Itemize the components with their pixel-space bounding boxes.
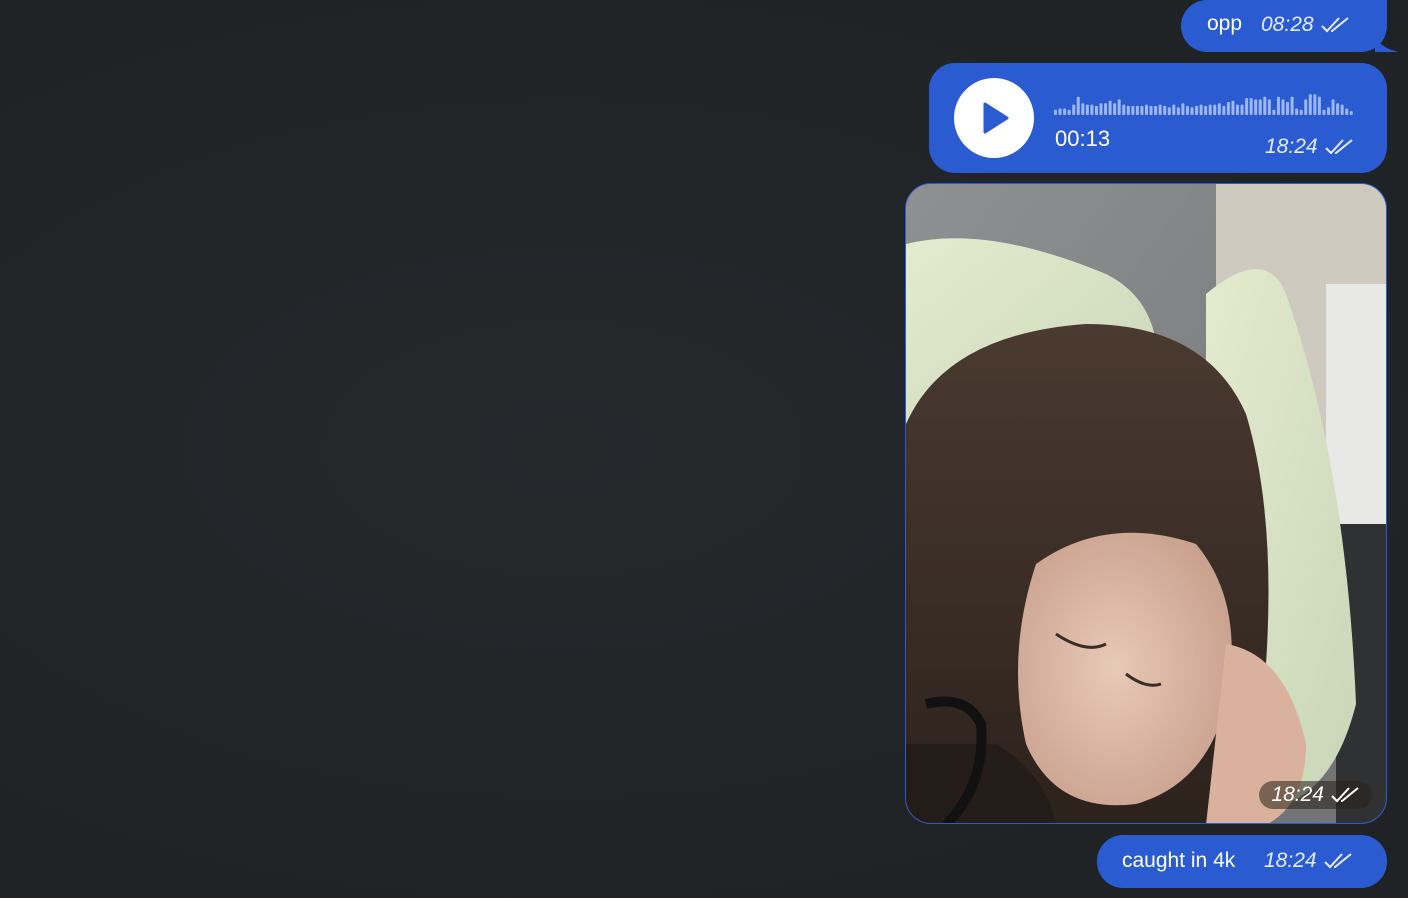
waveform-bar (1204, 105, 1208, 115)
play-button[interactable] (954, 78, 1034, 158)
outgoing-photo-message[interactable]: 18:24 (905, 183, 1387, 824)
waveform-bar (1085, 104, 1089, 115)
waveform-bar (1099, 103, 1103, 115)
waveform-bar (1135, 105, 1139, 115)
waveform-bar (1308, 94, 1312, 115)
waveform-bar (1176, 107, 1180, 115)
waveform-bar (1245, 98, 1249, 115)
waveform-bar (1113, 103, 1117, 115)
voice-duration: 00:13 (1055, 126, 1111, 151)
waveform-bar (1181, 103, 1185, 115)
waveform-bar (1263, 96, 1267, 115)
message-meta: 18:24 (1264, 849, 1355, 873)
waveform-bar (1340, 104, 1344, 115)
message-time: 08:28 (1261, 13, 1314, 36)
waveform-bar (1222, 105, 1226, 115)
waveform-bar (1172, 104, 1176, 115)
waveform-bar (1349, 111, 1353, 115)
message-meta: 08:28 (1261, 13, 1352, 37)
waveform-bar (1322, 109, 1326, 115)
outgoing-text-message[interactable]: caught in 4k 18:24 (1097, 835, 1387, 888)
waveform-bar (1094, 105, 1098, 115)
waveform-bar (1185, 105, 1189, 115)
waveform-bar (1158, 104, 1162, 115)
waveform-bar (1345, 108, 1349, 115)
double-check-icon (1324, 138, 1356, 156)
waveform-bar (1258, 99, 1262, 115)
waveform-bar (1276, 96, 1280, 115)
message-time: 18:24 (1271, 783, 1324, 806)
bubble-tail (1375, 34, 1399, 52)
waveform-bar (1163, 105, 1167, 115)
waveform-bar (1108, 100, 1112, 115)
waveform-bar (1213, 104, 1217, 115)
waveform-bar (1058, 108, 1062, 115)
chat-view: opp 08:28 00:13 18:24 18:24 caught in 4k… (0, 0, 1408, 898)
double-check-icon (1323, 852, 1355, 870)
waveform-bar (1267, 99, 1271, 115)
waveform-bar (1313, 94, 1317, 115)
waveform-bar (1154, 105, 1158, 115)
waveform-bar (1290, 96, 1294, 115)
waveform-bar (1240, 104, 1244, 115)
waveform-bar (1226, 102, 1230, 115)
waveform-bar (1236, 104, 1239, 115)
waveform-bar (1145, 104, 1148, 115)
waveform-bar (1254, 99, 1258, 115)
waveform-bar (1286, 102, 1290, 115)
waveform-bar (1054, 109, 1057, 115)
waveform-bar (1208, 104, 1212, 115)
waveform-bar (1199, 104, 1203, 115)
waveform-bar (1072, 104, 1076, 115)
waveform-bar (1126, 105, 1130, 115)
double-check-icon (1330, 786, 1362, 804)
message-meta: 18:24 (1265, 135, 1356, 159)
waveform-bar (1272, 109, 1276, 115)
waveform-bar (1281, 99, 1285, 115)
waveform-bar (1217, 103, 1221, 115)
waveform-bar (1076, 96, 1080, 115)
waveform-bar (1299, 109, 1303, 115)
waveform-bar (1249, 98, 1253, 115)
waveform-bar (1140, 105, 1144, 115)
outgoing-text-message[interactable]: opp 08:28 (1181, 0, 1399, 52)
waveform-bar (1167, 107, 1171, 115)
waveform-bar (1067, 109, 1071, 115)
waveform-bar (1122, 104, 1126, 115)
message-text: opp (1207, 12, 1243, 35)
waveform-bar (1081, 103, 1085, 115)
waveform-bar (1090, 104, 1094, 115)
waveform-bar (1304, 99, 1308, 115)
outgoing-voice-message[interactable]: 00:13 18:24 (929, 63, 1387, 173)
waveform-bar (1295, 108, 1299, 115)
waveform-bar (1336, 103, 1340, 115)
message-time: 18:24 (1264, 849, 1317, 872)
message-time: 18:24 (1265, 135, 1318, 158)
play-icon (983, 102, 1009, 134)
waveform-bar (1327, 107, 1330, 115)
waveform-bar (1331, 99, 1335, 115)
waveform-bar (1231, 100, 1235, 115)
waveform-bar (1149, 105, 1153, 115)
double-check-icon (1320, 16, 1352, 34)
photo-image[interactable] (906, 184, 1387, 824)
waveform-bar (1195, 105, 1199, 115)
waveform-bar (1063, 108, 1067, 115)
waveform-bar (1190, 107, 1194, 115)
message-meta: 18:24 (1259, 781, 1372, 809)
waveform-bar (1117, 99, 1121, 115)
voice-waveform[interactable] (1054, 89, 1354, 115)
waveform-bar (1131, 105, 1135, 115)
waveform-bar (1104, 103, 1108, 115)
message-text: caught in 4k (1122, 849, 1236, 872)
waveform-bar (1317, 96, 1321, 115)
